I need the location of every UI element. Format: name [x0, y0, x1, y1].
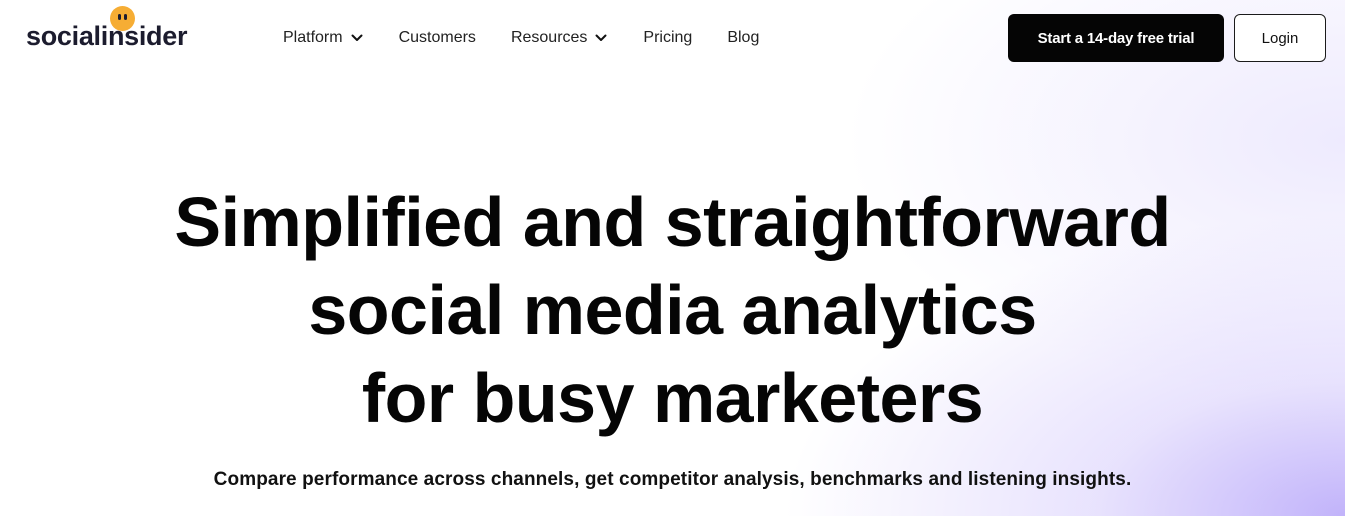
logo-text: socialinsider — [26, 20, 188, 51]
hero-title: Simplified and straightforward social me… — [0, 178, 1345, 442]
nav-item-label: Blog — [727, 29, 760, 46]
main-nav: Platform Customers Resources Pricing Blo… — [283, 26, 794, 50]
chevron-down-icon — [350, 31, 364, 45]
nav-item-blog[interactable]: Blog — [727, 29, 759, 47]
nav-item-resources[interactable]: Resources — [511, 29, 608, 47]
start-free-trial-button[interactable]: Start a 14-day free trial — [1008, 14, 1224, 62]
nav-item-label: Platform — [283, 29, 343, 46]
hero-title-line: Simplified and straightforward — [174, 183, 1171, 261]
nav-item-platform[interactable]: Platform — [283, 29, 364, 47]
nav-item-label: Resources — [510, 29, 588, 46]
nav-item-pricing[interactable]: Pricing — [643, 29, 692, 47]
nav-item-label: Customers — [398, 29, 476, 46]
nav-item-label: Pricing — [643, 29, 693, 46]
socialinsider-logo[interactable]: socialinsider — [26, 6, 188, 52]
login-button[interactable]: Login — [1234, 14, 1326, 62]
hero-title-line: for busy marketers — [361, 359, 984, 437]
chevron-down-icon — [594, 31, 608, 45]
nav-item-customers[interactable]: Customers — [399, 29, 476, 47]
hero-title-line: social media analytics — [308, 271, 1037, 349]
site-header: socialinsider Platform Customers Resourc… — [0, 0, 1345, 76]
hero-subtitle: Compare performance across channels, get… — [213, 469, 1132, 490]
